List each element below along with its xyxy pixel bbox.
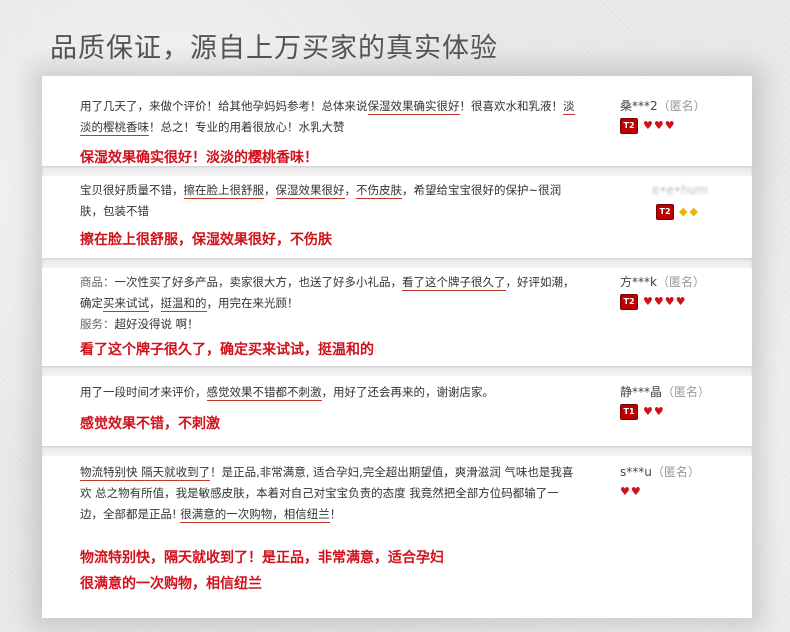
separator bbox=[42, 446, 752, 456]
level-badge-icon: T2 bbox=[656, 204, 674, 220]
reviewer-name: e•e•hum bbox=[652, 183, 708, 197]
review-body: 物流特别快 隔天就收到了！是正品,非常满意, 适合孕妇,完全超出期望值，爽滑滋润… bbox=[80, 465, 574, 523]
reviews-panel: 用了几天了，来做个评价！给其他孕妈妈参考！总体来说保湿效果确实很好！很喜欢水和乳… bbox=[42, 76, 752, 618]
heart-icon: ♥ bbox=[653, 295, 664, 308]
reviewer-name: 静***晶（匿名） bbox=[620, 385, 711, 399]
separator bbox=[42, 258, 752, 268]
heart-icon: ♥ bbox=[620, 485, 630, 498]
review-body: 用了一段时间才来评价，感觉效果不错都不刺激，用好了还会再来的，谢谢店家。 bbox=[80, 385, 494, 401]
separator bbox=[42, 366, 752, 376]
reviewer-badges: T2 ◆ ◆ bbox=[656, 204, 698, 220]
review-summary: 擦在脸上很舒服，保湿效果很好，不伤肤 bbox=[80, 232, 332, 248]
review-body: 用了几天了，来做个评价！给其他孕妈妈参考！总体来说保湿效果确实很好！很喜欢水和乳… bbox=[80, 99, 575, 136]
reviewer-badges: T2 ♥ ♥ ♥ ♥ bbox=[620, 294, 686, 310]
page-title: 品质保证，源自上万买家的真实体验 bbox=[50, 33, 498, 64]
heart-icon: ♥ bbox=[643, 295, 653, 308]
heart-icon: ♥ bbox=[664, 119, 675, 132]
reviewer-name: s***u（匿名） bbox=[620, 465, 700, 479]
heart-icon: ♥ bbox=[653, 405, 664, 418]
level-badge-icon: T2 bbox=[620, 294, 638, 310]
review-summary: 物流特别快，隔天就收到了！是正品，非常满意，适合孕妇 bbox=[80, 550, 444, 566]
heart-icon: ♥ bbox=[653, 119, 664, 132]
reviewer-badges: ♥ ♥ bbox=[620, 484, 641, 500]
separator bbox=[42, 166, 752, 176]
level-badge-icon: T2 bbox=[620, 118, 638, 134]
reviewer-name: 方***k（匿名） bbox=[620, 275, 705, 289]
review-summary-2: 很满意的一次购物，相信纽兰 bbox=[80, 576, 262, 592]
heart-icon: ♥ bbox=[643, 405, 653, 418]
review-body: 宝贝很好质量不错，擦在脸上很舒服，保湿效果很好，不伤皮肤，希望给宝宝很好的保护~… bbox=[80, 183, 562, 218]
reviewer-name: 桑***2（匿名） bbox=[620, 99, 706, 113]
heart-icon: ♥ bbox=[675, 295, 686, 308]
review-summary: 感觉效果不错，不刺激 bbox=[80, 416, 220, 432]
heart-icon: ♥ bbox=[664, 295, 675, 308]
review-summary: 看了这个牌子很久了，确定买来试试，挺温和的 bbox=[80, 342, 374, 358]
review-body: 商品：一次性买了好多产品，卖家很大方，也送了好多小礼品，看了这个牌子很久了，好评… bbox=[80, 275, 575, 331]
heart-icon: ♥ bbox=[630, 485, 641, 498]
diamond-icon: ◆ bbox=[679, 205, 688, 218]
reviewer-badges: T1 ♥ ♥ bbox=[620, 404, 664, 420]
level-badge-icon: T1 bbox=[620, 404, 638, 420]
diamond-icon: ◆ bbox=[689, 205, 698, 218]
reviewer-badges: T2 ♥ ♥ ♥ bbox=[620, 118, 675, 134]
heart-icon: ♥ bbox=[643, 119, 653, 132]
